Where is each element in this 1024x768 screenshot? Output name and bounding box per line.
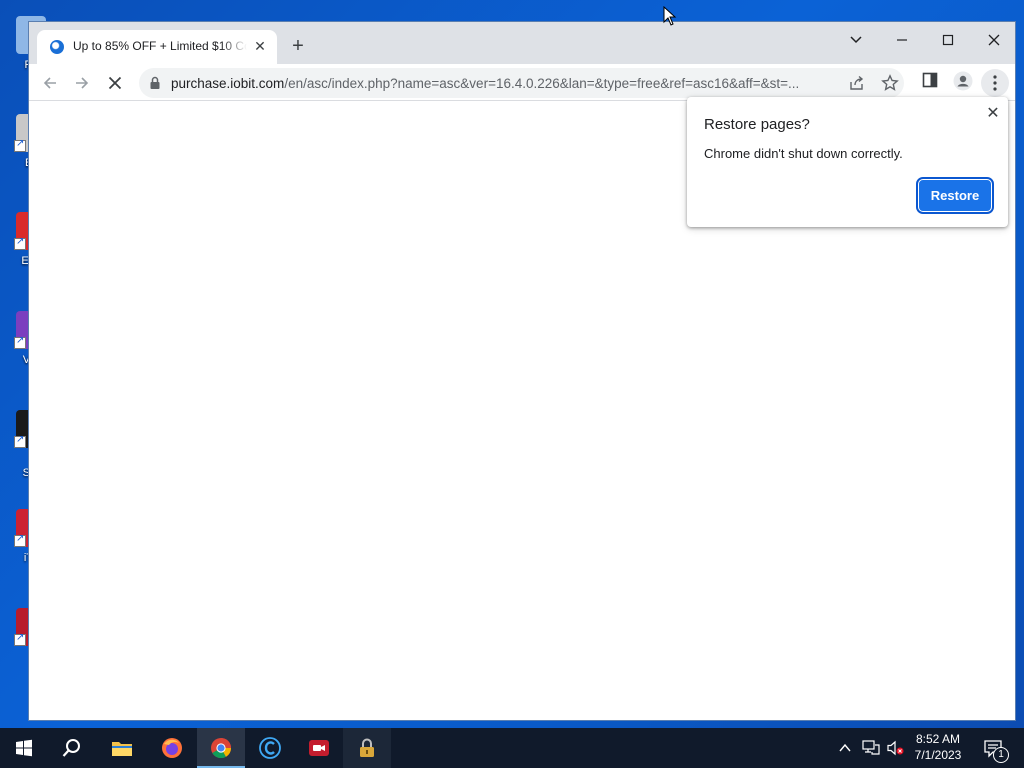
windows-logo-icon <box>16 739 32 757</box>
maximize-icon <box>942 34 954 46</box>
profile-avatar-icon[interactable] <box>953 71 973 91</box>
dialog-message: Chrome didn't shut down correctly. <box>704 146 903 161</box>
restore-button[interactable]: Restore <box>916 177 994 214</box>
bookmark-star-icon[interactable] <box>881 74 899 92</box>
tab-close-icon[interactable]: ✕ <box>251 37 269 55</box>
close-icon <box>108 76 122 90</box>
network-icon[interactable] <box>862 740 880 756</box>
taskbar: 8:52 AM 7/1/2023 1 <box>0 728 1024 768</box>
notification-badge: 1 <box>993 747 1009 763</box>
shortcut-arrow-icon <box>14 138 26 152</box>
tab-title: Up to 85% OFF + Limited $10 Coupon <box>73 39 247 53</box>
firefox-icon <box>162 738 182 758</box>
forward-button[interactable] <box>69 70 95 96</box>
shortcut-arrow-icon <box>14 434 26 448</box>
ccleaner-button[interactable] <box>246 728 294 768</box>
dialog-title: Restore pages? <box>704 116 810 133</box>
firefox-button[interactable] <box>148 728 196 768</box>
video-recorder-icon <box>309 740 329 756</box>
share-icon[interactable] <box>849 75 865 91</box>
search-icon <box>62 739 80 757</box>
shortcut-arrow-icon <box>14 632 26 646</box>
maximize-button[interactable] <box>927 26 969 54</box>
search-button[interactable] <box>48 728 96 768</box>
close-window-button[interactable] <box>973 26 1015 54</box>
stop-loading-button[interactable] <box>102 70 128 96</box>
close-icon <box>988 34 1000 46</box>
clock-time: 8:52 AM <box>915 732 961 746</box>
mouse-cursor-icon <box>663 6 677 26</box>
chrome-window: Up to 85% OFF + Limited $10 Coupon ✕ + <box>28 21 1016 721</box>
lock-icon[interactable] <box>149 76 161 90</box>
restore-pages-dialog: Restore pages? Chrome didn't shut down c… <box>687 97 1008 227</box>
chrome-icon <box>211 738 232 759</box>
chevron-down-icon <box>850 36 862 44</box>
shortcut-arrow-icon <box>14 236 26 250</box>
folder-icon <box>112 742 132 756</box>
lock-app-button[interactable] <box>343 728 391 768</box>
browser-toolbar: purchase.iobit.com/en/asc/index.php?name… <box>29 64 1015 101</box>
side-panel-icon[interactable] <box>922 72 938 88</box>
file-explorer-button[interactable] <box>98 728 146 768</box>
minimize-button[interactable] <box>881 26 923 54</box>
screen-recorder-button[interactable] <box>295 728 343 768</box>
back-button[interactable] <box>37 70 63 96</box>
ccleaner-icon <box>259 737 281 759</box>
arrow-left-icon <box>43 77 56 89</box>
system-clock[interactable]: 8:52 AM 7/1/2023 <box>900 731 976 763</box>
start-button[interactable] <box>0 728 48 768</box>
browser-tab[interactable]: Up to 85% OFF + Limited $10 Coupon ✕ <box>37 30 277 64</box>
clock-date: 7/1/2023 <box>914 748 962 762</box>
tab-search-button[interactable] <box>835 26 877 54</box>
more-vertical-icon <box>993 75 997 91</box>
shortcut-arrow-icon <box>14 533 26 547</box>
address-bar[interactable]: purchase.iobit.com/en/asc/index.php?name… <box>139 68 904 98</box>
title-bar: Up to 85% OFF + Limited $10 Coupon ✕ + <box>29 22 1015 64</box>
url-host: purchase.iobit.com <box>171 76 285 91</box>
dialog-close-icon[interactable]: ✕ <box>984 105 1002 123</box>
chrome-menu-button[interactable] <box>981 69 1009 97</box>
url-path: /en/asc/index.php?name=asc&ver=16.4.0.22… <box>284 76 800 91</box>
chevron-up-icon[interactable] <box>838 741 852 755</box>
new-tab-button[interactable]: + <box>287 35 309 57</box>
minimize-icon <box>897 39 907 41</box>
url-text[interactable]: purchase.iobit.com/en/asc/index.php?name… <box>171 76 836 91</box>
action-center-button[interactable]: 1 <box>980 728 1024 768</box>
shortcut-arrow-icon <box>14 335 26 349</box>
iobit-favicon-icon <box>50 40 64 54</box>
chrome-button[interactable] <box>197 728 245 768</box>
padlock-icon <box>360 738 374 757</box>
arrow-right-icon <box>76 77 89 89</box>
